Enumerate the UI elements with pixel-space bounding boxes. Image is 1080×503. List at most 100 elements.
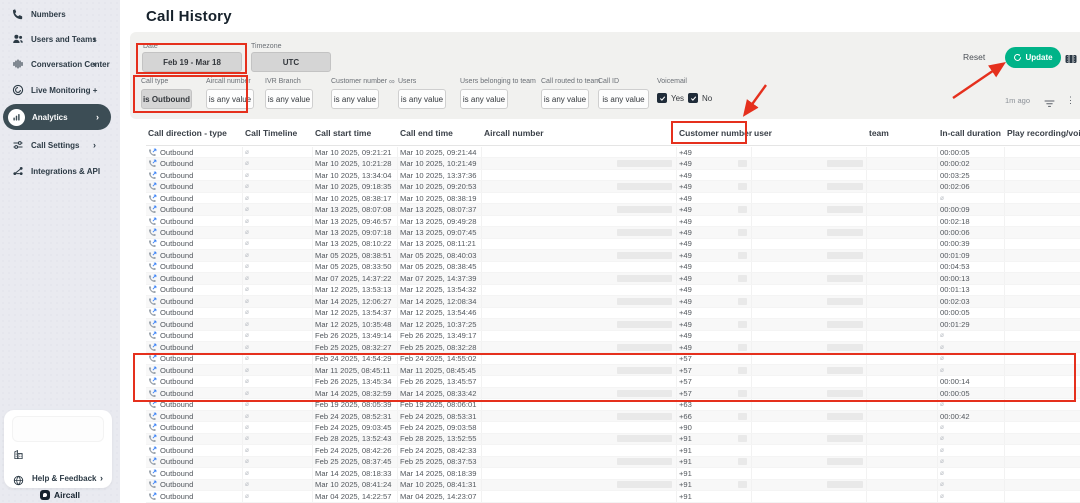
column-header-team[interactable]: team <box>867 128 938 138</box>
filter-icon[interactable] <box>1044 96 1055 107</box>
table-row[interactable]: OutboundøFeb 19 2025, 08:05:39Feb 19 202… <box>146 399 1080 410</box>
column-header-in-call-duration[interactable]: In-call duration <box>938 128 1005 138</box>
table-row[interactable]: OutboundøFeb 24 2025, 14:54:29Feb 24 202… <box>146 353 1080 364</box>
users-belonging-to-team-filter-chip[interactable]: is any value <box>460 89 508 109</box>
play-recording-cell[interactable] <box>1005 204 1080 214</box>
table-row[interactable]: OutboundøFeb 26 2025, 13:45:34Feb 26 202… <box>146 376 1080 387</box>
play-recording-cell[interactable] <box>1005 250 1080 260</box>
customer-number-filter-chip[interactable]: is any value <box>331 89 379 109</box>
table-row[interactable]: OutboundøMar 14 2025, 08:18:33Mar 14 202… <box>146 468 1080 479</box>
table-row[interactable]: OutboundøMar 10 2025, 09:18:35Mar 10 202… <box>146 181 1080 192</box>
reset-button[interactable]: Reset <box>963 52 985 62</box>
table-row[interactable]: OutboundøMar 12 2025, 10:35:48Mar 12 202… <box>146 319 1080 330</box>
call-routed-to-team-filter-chip[interactable]: is any value <box>541 89 589 109</box>
play-recording-cell[interactable] <box>1005 296 1080 306</box>
sidebar-item-users-and-teams[interactable]: Users and Teams › <box>0 29 120 49</box>
sidebar-item-call-settings[interactable]: Call Settings › <box>0 135 120 155</box>
empty-value-icon: ø <box>940 195 944 202</box>
aircall-number-filter-chip[interactable]: is any value <box>206 89 254 109</box>
play-recording-cell[interactable] <box>1005 227 1080 237</box>
table-row[interactable]: OutboundøMar 13 2025, 08:07:08Mar 13 202… <box>146 204 1080 215</box>
column-header-call-start-time[interactable]: Call start time <box>313 128 398 138</box>
sidebar-item-integrations-api[interactable]: Integrations & API <box>0 161 120 181</box>
play-recording-cell[interactable] <box>1005 170 1080 180</box>
ivr-branch-filter-chip[interactable]: is any value <box>265 89 313 109</box>
table-row[interactable]: OutboundøFeb 25 2025, 08:32:27Feb 25 202… <box>146 342 1080 353</box>
play-recording-cell[interactable] <box>1005 342 1080 352</box>
play-recording-cell[interactable] <box>1005 353 1080 363</box>
play-recording-cell[interactable] <box>1005 445 1080 455</box>
table-row[interactable]: OutboundøMar 05 2025, 08:33:50Mar 05 202… <box>146 262 1080 273</box>
play-recording-cell[interactable] <box>1005 331 1080 341</box>
table-row[interactable]: OutboundøMar 12 2025, 13:54:37Mar 12 202… <box>146 308 1080 319</box>
table-row[interactable]: OutboundøFeb 28 2025, 13:52:43Feb 28 202… <box>146 434 1080 445</box>
table-row[interactable]: OutboundøMar 14 2025, 12:06:27Mar 14 202… <box>146 296 1080 307</box>
table-row[interactable]: OutboundøFeb 24 2025, 08:52:31Feb 24 202… <box>146 411 1080 422</box>
call-id-filter-chip[interactable]: is any value <box>598 89 649 109</box>
play-recording-cell[interactable] <box>1005 147 1080 157</box>
play-recording-cell[interactable] <box>1005 193 1080 203</box>
play-recording-cell[interactable] <box>1005 158 1080 168</box>
table-row[interactable]: OutboundøFeb 25 2025, 08:37:45Feb 25 202… <box>146 457 1080 468</box>
table-row[interactable]: OutboundøMar 10 2025, 08:41:24Mar 10 202… <box>146 480 1080 491</box>
kebab-menu-icon[interactable]: ⋮ <box>1066 95 1075 106</box>
table-row[interactable]: OutboundøMar 07 2025, 14:37:22Mar 07 202… <box>146 273 1080 284</box>
column-header-play-recording[interactable]: Play recording/voicem <box>1005 128 1080 138</box>
play-recording-cell[interactable] <box>1005 181 1080 191</box>
play-recording-cell[interactable] <box>1005 491 1080 501</box>
column-header-call-timeline[interactable]: Call Timeline <box>243 128 313 138</box>
table-row[interactable]: OutboundøMar 04 2025, 14:22:57Mar 04 202… <box>146 491 1080 502</box>
sidebar-item-numbers[interactable]: Numbers <box>0 4 120 24</box>
play-recording-cell[interactable] <box>1005 239 1080 249</box>
table-row[interactable]: OutboundøFeb 24 2025, 09:03:45Feb 24 202… <box>146 422 1080 433</box>
play-recording-cell[interactable] <box>1005 457 1080 467</box>
table-row[interactable]: OutboundøMar 14 2025, 08:32:59Mar 14 202… <box>146 388 1080 399</box>
table-row[interactable]: OutboundøFeb 26 2025, 13:49:14Feb 26 202… <box>146 331 1080 342</box>
users-filter-chip[interactable]: is any value <box>398 89 446 109</box>
play-recording-cell[interactable] <box>1005 422 1080 432</box>
play-recording-cell[interactable] <box>1005 434 1080 444</box>
table-row[interactable]: OutboundøFeb 24 2025, 08:42:26Feb 24 202… <box>146 445 1080 456</box>
column-header-call-end-time[interactable]: Call end time <box>398 128 482 138</box>
column-header-customer-number[interactable]: Customer number <box>677 128 752 138</box>
play-recording-cell[interactable] <box>1005 480 1080 490</box>
play-recording-cell[interactable] <box>1005 399 1080 409</box>
company-icon[interactable] <box>13 447 25 459</box>
date-filter-input[interactable]: Feb 19 - Mar 18 <box>142 52 242 72</box>
play-recording-cell[interactable] <box>1005 216 1080 226</box>
timezone-filter-input[interactable]: UTC <box>251 52 331 72</box>
film-strip-icon[interactable] <box>1065 52 1077 64</box>
update-button[interactable]: Update <box>1005 47 1061 68</box>
table-row[interactable]: OutboundøMar 12 2025, 13:53:13Mar 12 202… <box>146 285 1080 296</box>
table-row[interactable]: OutboundøMar 10 2025, 13:34:04Mar 10 202… <box>146 170 1080 181</box>
sidebar-item-conversation-center[interactable]: Conversation Center › <box>0 54 120 74</box>
call-start-time-cell: Mar 10 2025, 09:18:35 <box>313 181 398 191</box>
play-recording-cell[interactable] <box>1005 411 1080 421</box>
play-recording-cell[interactable] <box>1005 388 1080 398</box>
table-row[interactable]: OutboundøMar 13 2025, 09:46:57Mar 13 202… <box>146 216 1080 227</box>
play-recording-cell[interactable] <box>1005 376 1080 386</box>
play-recording-cell[interactable] <box>1005 308 1080 318</box>
table-row[interactable]: OutboundøMar 10 2025, 08:38:17Mar 10 202… <box>146 193 1080 204</box>
column-header-aircall-number[interactable]: Aircall number <box>482 128 677 138</box>
call-type-filter-chip[interactable]: is Outbound <box>141 89 192 109</box>
table-row[interactable]: OutboundøMar 10 2025, 10:21:28Mar 10 202… <box>146 158 1080 169</box>
sidebar-item-analytics[interactable]: Analytics › <box>3 104 111 130</box>
play-recording-cell[interactable] <box>1005 468 1080 478</box>
voicemail-yes-checkbox[interactable]: Yes <box>657 93 684 103</box>
column-header-user[interactable]: user <box>752 128 867 138</box>
table-row[interactable]: OutboundøMar 05 2025, 08:38:51Mar 05 202… <box>146 250 1080 261</box>
help-feedback-item[interactable]: Help & Feedback › <box>4 470 112 486</box>
table-row[interactable]: OutboundøMar 13 2025, 08:10:22Mar 13 202… <box>146 239 1080 250</box>
play-recording-cell[interactable] <box>1005 262 1080 272</box>
table-row[interactable]: OutboundøMar 10 2025, 09:21:21Mar 10 202… <box>146 147 1080 158</box>
sidebar-item-live-monitoring[interactable]: Live Monitoring + <box>0 80 120 100</box>
table-row[interactable]: OutboundøMar 11 2025, 08:45:11Mar 11 202… <box>146 365 1080 376</box>
play-recording-cell[interactable] <box>1005 285 1080 295</box>
table-row[interactable]: OutboundøMar 13 2025, 09:07:18Mar 13 202… <box>146 227 1080 238</box>
play-recording-cell[interactable] <box>1005 319 1080 329</box>
column-header-call-direction[interactable]: Call direction - type <box>146 128 243 138</box>
voicemail-no-checkbox[interactable]: No <box>688 93 712 103</box>
play-recording-cell[interactable] <box>1005 273 1080 283</box>
play-recording-cell[interactable] <box>1005 365 1080 375</box>
